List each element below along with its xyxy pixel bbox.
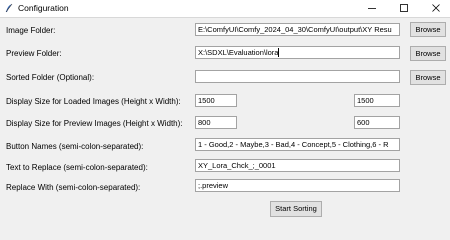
image-folder-input[interactable]: E:\ComfyUI\Comfy_2024_04_30\ComfyUI\outp… xyxy=(195,23,400,36)
close-button[interactable] xyxy=(421,0,450,17)
image-folder-label: Image Folder: xyxy=(6,26,56,35)
loaded-size-label: Display Size for Loaded Images (Height x… xyxy=(6,97,181,106)
image-folder-browse-button[interactable]: Browse xyxy=(410,22,446,37)
preview-height-input[interactable]: 800 xyxy=(195,116,237,129)
sorted-folder-input[interactable] xyxy=(195,70,400,83)
button-names-input[interactable]: 1 - Good,2 - Maybe,3 - Bad,4 - Concept,5… xyxy=(195,138,400,151)
preview-folder-browse-button[interactable]: Browse xyxy=(410,46,446,61)
preview-width-input[interactable]: 600 xyxy=(354,116,400,129)
title-bar: Configuration xyxy=(0,0,450,18)
replace-with-input[interactable]: ;.preview xyxy=(195,179,400,192)
feather-icon xyxy=(4,3,14,13)
preview-size-label: Display Size for Preview Images (Height … xyxy=(6,119,183,128)
text-to-replace-label: Text to Replace (semi-colon-separated): xyxy=(6,163,148,172)
text-to-replace-input[interactable]: XY_Lora_Chck_;_0001 xyxy=(195,159,400,172)
minimize-button[interactable] xyxy=(357,0,387,17)
minimize-icon xyxy=(368,8,376,9)
loaded-height-input[interactable]: 1500 xyxy=(195,94,237,107)
sorted-folder-label: Sorted Folder (Optional): xyxy=(6,73,95,82)
loaded-width-input[interactable]: 1500 xyxy=(354,94,400,107)
start-sorting-button[interactable]: Start Sorting xyxy=(270,201,322,217)
text-cursor xyxy=(278,48,280,57)
sorted-folder-browse-button[interactable]: Browse xyxy=(410,70,446,85)
maximize-button[interactable] xyxy=(389,0,419,17)
replace-with-label: Replace With (semi-colon-separated): xyxy=(6,183,141,192)
maximize-icon xyxy=(400,4,408,12)
preview-folder-label: Preview Folder: xyxy=(6,49,62,58)
preview-folder-value: X:\SDXL\Evaluation\lora xyxy=(198,48,279,57)
preview-folder-input[interactable]: X:\SDXL\Evaluation\lora xyxy=(195,46,400,59)
button-names-label: Button Names (semi-colon-separated): xyxy=(6,142,144,151)
window-title: Configuration xyxy=(18,3,69,13)
close-icon xyxy=(432,4,440,12)
